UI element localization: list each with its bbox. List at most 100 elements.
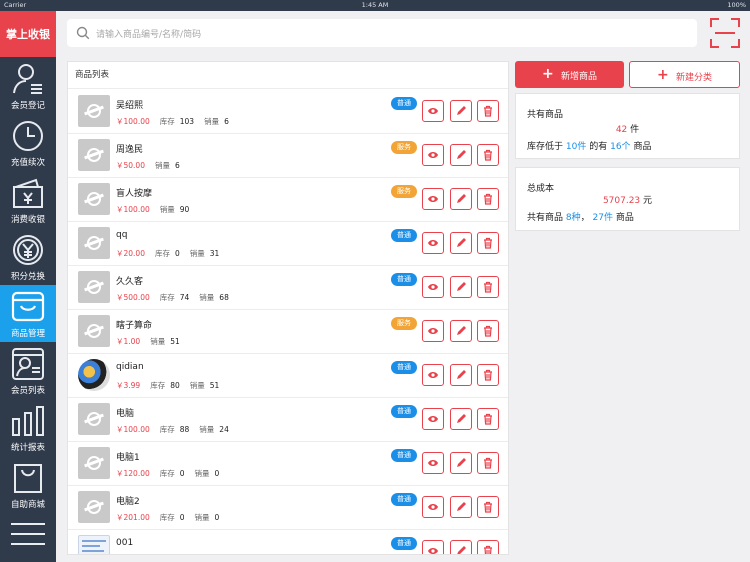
product-meta: ￥3.99 库存 80 销量 51 (116, 380, 219, 391)
sidebar-item-recharge[interactable]: 充值续次 (0, 114, 56, 171)
scan-icon (710, 18, 740, 48)
sidebar-item-label: 积分兑换 (10, 272, 45, 282)
product-meta: ￥50.00 销量 6 (116, 160, 180, 171)
product-meta: ￥1.00 销量 51 (116, 336, 180, 347)
table-row[interactable]: 电脑 ￥100.00 库存 88 销量 24 普通 (68, 398, 508, 442)
total-goods-title: 共有商品 (527, 110, 564, 120)
member-list-icon (12, 348, 44, 380)
shop-bag-icon (14, 464, 42, 493)
edit-button[interactable] (450, 320, 472, 342)
delete-button[interactable] (477, 188, 499, 210)
new-category-label: 新建分类 (676, 73, 713, 83)
edit-button[interactable] (450, 232, 472, 254)
table-row[interactable]: qidian ￥3.99 库存 80 销量 51 普通 (68, 354, 508, 398)
stock-label: 库存 (154, 249, 170, 258)
sidebar-item-member-register[interactable]: 会员登记 (0, 57, 56, 114)
stock-label: 库存 (150, 381, 166, 390)
edit-button[interactable] (450, 364, 472, 386)
type-badge: 普通 (391, 273, 417, 286)
cost-summary-card: 总成本 5707.23 元 共有商品 8种， 27件 商品 (515, 167, 740, 231)
sidebar-item-shop[interactable]: 自助商城 (0, 456, 56, 513)
product-price: ￥100.00 (116, 425, 150, 434)
sales-value: 6 (174, 161, 180, 170)
table-row[interactable]: qq ￥20.00 库存 0 销量 31 普通 (68, 222, 508, 266)
view-button[interactable] (422, 232, 444, 254)
stock-value: 0 (179, 513, 185, 522)
delete-button[interactable] (477, 496, 499, 518)
goods-summary-card: 共有商品 42 件 库存低于 10件 的有 16个 商品 (515, 93, 740, 159)
type-badge: 普通 (391, 537, 417, 550)
goods-basket-icon (11, 291, 45, 322)
product-name: 久久客 (116, 277, 144, 287)
product-price: ￥1.00 (116, 337, 141, 346)
new-category-button[interactable]: + 新建分类 (629, 61, 740, 88)
edit-button[interactable] (450, 276, 472, 298)
sidebar-item-goods[interactable]: 商品管理 (0, 285, 56, 342)
sidebar-item-member-list[interactable]: 会员列表 (0, 342, 56, 399)
view-button[interactable] (422, 320, 444, 342)
view-button[interactable] (422, 188, 444, 210)
edit-button[interactable] (450, 496, 472, 518)
plus-icon: + (657, 67, 669, 83)
brand-logo: 掌上收银 (0, 11, 56, 57)
sidebar-item-label: 会员登记 (10, 101, 45, 111)
table-row[interactable]: 周逸民 ￥50.00 销量 6 服务 (68, 134, 508, 178)
view-button[interactable] (422, 364, 444, 386)
delete-button[interactable] (477, 452, 499, 474)
sidebar: 掌上收银 会员登记 充值续次 消费收银 积分兑换 商品管理 会员列表 统计报表 … (0, 11, 56, 562)
product-meta: ￥20.00 库存 0 销量 31 (116, 248, 219, 259)
view-button[interactable] (422, 496, 444, 518)
edit-button[interactable] (450, 540, 472, 554)
sales-label: 销量 (189, 381, 205, 390)
stock-label: 库存 (159, 469, 175, 478)
sidebar-item-reports[interactable]: 统计报表 (0, 399, 56, 456)
sales-value: 68 (219, 293, 229, 302)
edit-button[interactable] (450, 408, 472, 430)
sidebar-item-label: 会员列表 (10, 386, 45, 396)
view-button[interactable] (422, 100, 444, 122)
view-button[interactable] (422, 408, 444, 430)
points-yen-icon (13, 235, 43, 265)
delete-button[interactable] (477, 540, 499, 554)
edit-button[interactable] (450, 452, 472, 474)
edit-button[interactable] (450, 100, 472, 122)
delete-button[interactable] (477, 144, 499, 166)
search-bar[interactable]: 请输入商品编号/名称/简码 (67, 19, 697, 47)
stock-label: 库存 (159, 513, 175, 522)
view-button[interactable] (422, 276, 444, 298)
delete-button[interactable] (477, 320, 499, 342)
view-button[interactable] (422, 144, 444, 166)
search-input[interactable]: 请输入商品编号/名称/简码 (96, 27, 201, 40)
delete-button[interactable] (477, 100, 499, 122)
scan-button[interactable] (710, 18, 740, 48)
table-row[interactable]: 电脑2 ￥201.00 库存 0 销量 0 普通 (68, 486, 508, 530)
table-row[interactable]: 盲人按摩 ￥100.00 销量 90 服务 (68, 178, 508, 222)
sales-label: 销量 (159, 205, 175, 214)
sales-value: 0 (214, 513, 220, 522)
delete-button[interactable] (477, 232, 499, 254)
product-thumbnail (78, 95, 110, 127)
edit-button[interactable] (450, 188, 472, 210)
product-name: 电脑 (116, 409, 135, 419)
sidebar-item-points[interactable]: 积分兑换 (0, 228, 56, 285)
delete-button[interactable] (477, 276, 499, 298)
sidebar-item-label: 消费收银 (10, 215, 45, 225)
table-row[interactable]: 电脑1 ￥120.00 库存 0 销量 0 普通 (68, 442, 508, 486)
view-button[interactable] (422, 452, 444, 474)
delete-button[interactable] (477, 408, 499, 430)
table-row[interactable]: 吴绍熙 ￥100.00 库存 103 销量 6 普通 (68, 90, 508, 134)
table-row[interactable]: 久久客 ￥500.00 库存 74 销量 68 普通 (68, 266, 508, 310)
edit-button[interactable] (450, 144, 472, 166)
product-price: ￥100.00 (116, 205, 150, 214)
sidebar-item-cashier[interactable]: 消费收银 (0, 171, 56, 228)
add-goods-button[interactable]: + 新增商品 (515, 61, 624, 88)
hamburger-menu-icon[interactable] (0, 511, 56, 557)
product-name: 电脑2 (116, 497, 140, 507)
product-price: ￥50.00 (116, 161, 145, 170)
sales-label: 销量 (194, 513, 210, 522)
delete-button[interactable] (477, 364, 499, 386)
view-button[interactable] (422, 540, 444, 554)
table-row[interactable]: 瞎子算命 ￥1.00 销量 51 服务 (68, 310, 508, 354)
sales-label: 销量 (199, 293, 215, 302)
table-row[interactable]: 001 普通 (68, 530, 508, 554)
